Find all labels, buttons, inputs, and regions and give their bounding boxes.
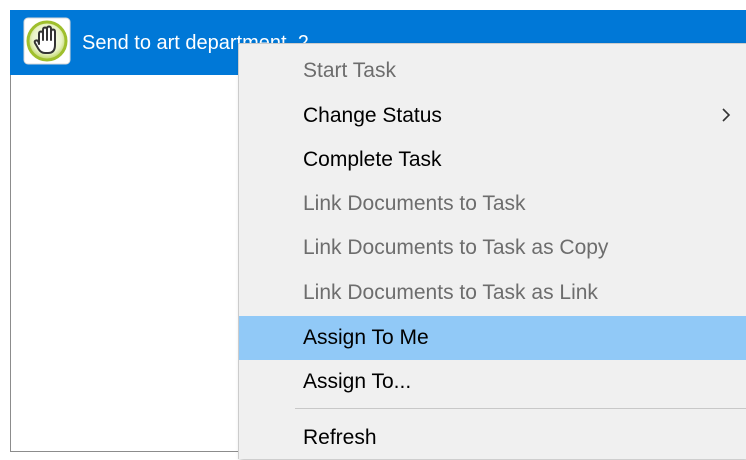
- menu-item-link-documents[interactable]: Link Documents to Task: [239, 182, 746, 226]
- menu-item-complete-task[interactable]: Complete Task: [239, 138, 746, 182]
- chevron-right-icon: [719, 105, 733, 125]
- menu-separator: [295, 408, 746, 409]
- hand-stop-icon: [23, 17, 71, 65]
- menu-item-link-documents-link[interactable]: Link Documents to Task as Link: [239, 271, 746, 315]
- menu-item-label: Link Documents to Task as Copy: [303, 236, 609, 259]
- menu-item-label: Assign To Me: [303, 326, 429, 349]
- menu-item-label: Complete Task: [303, 148, 442, 171]
- menu-item-label: Assign To...: [303, 370, 412, 393]
- menu-item-label: Link Documents to Task: [303, 192, 526, 215]
- menu-item-label: Change Status: [303, 104, 442, 127]
- menu-item-link-documents-copy[interactable]: Link Documents to Task as Copy: [239, 226, 746, 270]
- menu-item-label: Refresh: [303, 426, 377, 449]
- menu-item-assign-to[interactable]: Assign To...: [239, 360, 746, 404]
- menu-item-change-status[interactable]: Change Status: [239, 94, 746, 138]
- menu-item-assign-to-me[interactable]: Assign To Me: [239, 316, 746, 360]
- context-menu: Start Task Change Status Complete Task L…: [238, 43, 746, 459]
- menu-item-start-task[interactable]: Start Task: [239, 49, 746, 93]
- menu-item-label: Link Documents to Task as Link: [303, 281, 598, 304]
- menu-item-label: Start Task: [303, 59, 396, 82]
- menu-item-refresh[interactable]: Refresh: [239, 416, 746, 460]
